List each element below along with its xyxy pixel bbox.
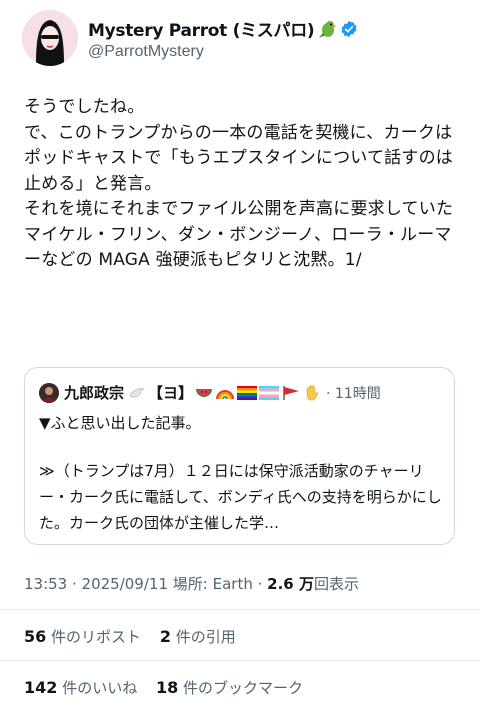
stats-row-reposts: 56 件のリポスト 2 件の引用: [24, 626, 250, 647]
quoted-time[interactable]: · 11時間: [326, 383, 381, 403]
author-avatar[interactable]: [22, 10, 78, 66]
stats-row-likes: 142 件のいいね 18 件のブックマーク: [24, 677, 317, 698]
dove-icon: [129, 387, 145, 397]
tweet-header: Mystery Parrot (ミスパロ) @ParrotMystery: [22, 10, 462, 70]
tweet-line: それを境にそれまでファイル公開を声高に要求していたマイケル・フリン、ダン・ボンジ…: [24, 199, 454, 270]
tweet-meta: 13:53 · 2025/09/11 場所: Earth · 2.6 万回表示: [24, 573, 359, 594]
quoted-text: ≫（トランプは7月）１２日には保守派活動家のチャーリー・カーク氏に電話して、ボン…: [39, 462, 442, 532]
author-name[interactable]: Mystery Parrot (ミスパロ): [88, 16, 315, 41]
likes-link[interactable]: 142 件のいいね: [24, 678, 138, 697]
bookmarks-count: 18: [155, 678, 179, 697]
likes-count: 142: [24, 678, 58, 697]
quoted-tweet[interactable]: 九郎政宗 【ヨ】 · 11時間 ▼ふと思い出した記事。 ≫（トランプは7月）１２…: [24, 367, 455, 545]
quotes-link[interactable]: 2 件の引用: [159, 627, 236, 646]
rainbow-flag-icon: [237, 385, 258, 400]
tweet-text: そうでしたね。 で、このトランプからの一本の電話を契機に、カークはポッドキャスト…: [24, 95, 464, 274]
views-label: 回表示: [313, 575, 359, 593]
bookmarks-label: 件のブックマーク: [183, 679, 304, 697]
author-name-row[interactable]: Mystery Parrot (ミスパロ): [88, 16, 358, 41]
quoted-tag: 【ヨ】: [148, 384, 194, 402]
reposts-label: 件のリポスト: [51, 628, 142, 646]
transgender-flag-icon: [259, 385, 280, 400]
author-handle[interactable]: @ParrotMystery: [88, 43, 204, 61]
verified-badge-icon: [340, 20, 358, 38]
likes-label: 件のいいね: [62, 679, 138, 697]
reposts-count: 56: [24, 627, 47, 646]
quoted-header: 九郎政宗 【ヨ】 · 11時間: [39, 382, 381, 403]
quotes-count: 2: [159, 627, 171, 646]
quoted-avatar[interactable]: [39, 382, 59, 403]
watermelon-icon: [196, 388, 213, 397]
parrot-emoji-icon: [317, 19, 337, 39]
tweet-location: 場所: Earth ·: [172, 575, 263, 593]
quotes-label: 件の引用: [175, 628, 236, 646]
tweet-line: で、このトランプからの一本の電話を契機に、カークはポッドキャストで「もうエプスタ…: [24, 122, 453, 194]
divider: [0, 660, 480, 661]
tweet-datetime[interactable]: 13:53 · 2025/09/11: [24, 575, 168, 593]
reposts-link[interactable]: 56 件のリポスト: [24, 627, 142, 646]
quoted-name[interactable]: 九郎政宗: [64, 382, 124, 403]
quoted-first-line: ▼ふと思い出した記事。: [39, 414, 201, 432]
triangular-flag-icon: [283, 385, 300, 400]
bookmarks-link[interactable]: 18 件のブックマーク: [155, 678, 304, 697]
rainbow-icon: [216, 389, 235, 399]
views-count: 2.6 万: [267, 575, 314, 593]
divider: [0, 609, 480, 610]
quoted-emoji-row: 【ヨ】: [128, 382, 323, 403]
raised-hand-icon: [306, 384, 319, 400]
tweet-line: そうでしたね。: [24, 97, 145, 117]
